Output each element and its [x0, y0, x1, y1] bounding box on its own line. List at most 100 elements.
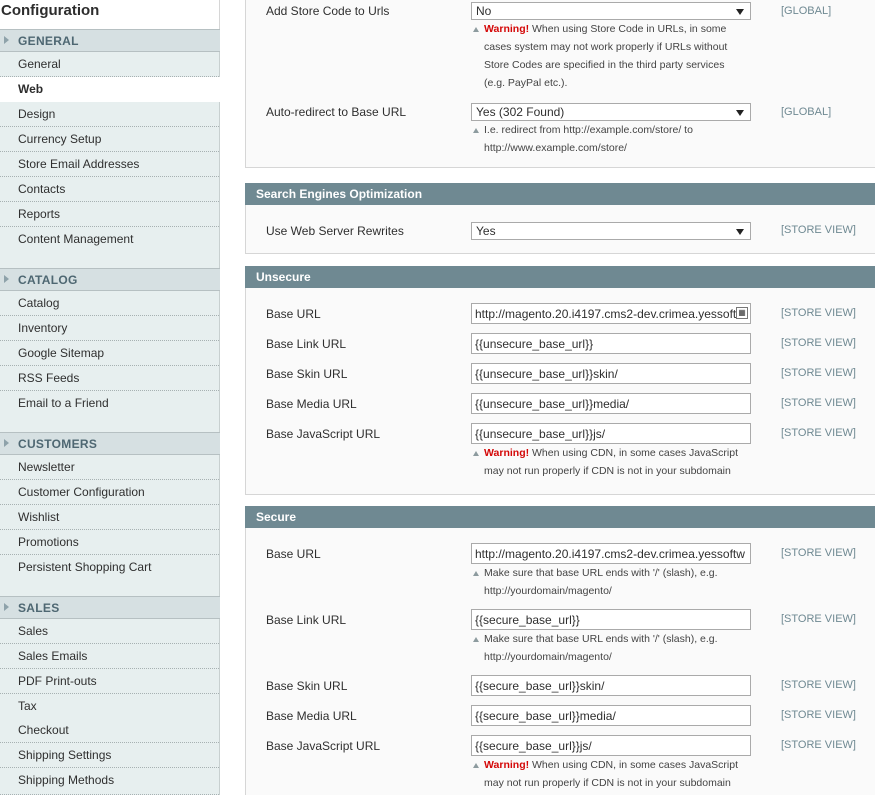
- sidebar-item-google-sitemap[interactable]: Google Sitemap: [0, 341, 220, 366]
- sidebar-item-sales-emails[interactable]: Sales Emails: [0, 644, 220, 669]
- warning-label: Warning!: [484, 447, 530, 459]
- input-value: {{secure_base_url}}media/: [475, 709, 616, 723]
- dropdown-caret-icon: [736, 110, 744, 116]
- scope-label: [STORE VIEW]: [781, 709, 856, 721]
- sidebar-item-wishlist[interactable]: Wishlist: [0, 505, 220, 530]
- sidebar-item-contacts[interactable]: Contacts: [0, 177, 220, 202]
- sidebar-item-newsletter[interactable]: Newsletter: [0, 455, 220, 480]
- sidebar-item-label: Content Management: [18, 232, 134, 246]
- sidebar-item-shipping-settings[interactable]: Shipping Settings: [0, 743, 220, 768]
- note-line: When using Store Code in URLs, in some: [529, 23, 727, 35]
- input-value: {{secure_base_url}}skin/: [475, 679, 605, 693]
- collapse-arrow-icon: [4, 275, 9, 283]
- sidebar-group-general[interactable]: GENERAL: [0, 29, 220, 52]
- secure-base-url-input[interactable]: http://magento.20.i4197.cms2-dev.crimea.…: [471, 543, 751, 564]
- sidebar-group-catalog[interactable]: CATALOG: [0, 268, 220, 291]
- note-arrow-icon: [473, 27, 479, 32]
- sidebar-item-persistent-shopping-cart[interactable]: Persistent Shopping Cart: [0, 555, 220, 596]
- note-arrow-icon: [473, 571, 479, 576]
- note-line: (e.g. PayPal etc.).: [484, 77, 568, 89]
- unsecure-base-media-url-input[interactable]: {{unsecure_base_url}}media/: [471, 393, 751, 414]
- collapse-arrow-icon: [4, 439, 9, 447]
- sidebar-item-general[interactable]: General: [0, 52, 220, 77]
- unsecure-base-url-input[interactable]: http://magento.20.i4197.cms2-dev.crimea.…: [471, 303, 751, 324]
- dropdown-caret-icon: [736, 9, 744, 15]
- sidebar-group-label: SALES: [18, 601, 60, 615]
- sidebar-group-customers[interactable]: CUSTOMERS: [0, 432, 220, 455]
- scope-label: [STORE VIEW]: [781, 739, 856, 751]
- note-arrow-icon: [473, 451, 479, 456]
- sidebar-item-label: Inventory: [18, 321, 68, 335]
- sidebar-item-label: Contacts: [18, 182, 66, 196]
- sidebar-item-label: Catalog: [18, 296, 60, 310]
- scope-label: [STORE VIEW]: [781, 307, 856, 319]
- sidebar-item-web[interactable]: Web: [0, 77, 220, 102]
- sidebar-item-store-email-addresses[interactable]: Store Email Addresses: [0, 152, 220, 177]
- sidebar-item-tax[interactable]: Tax: [0, 694, 220, 719]
- secure-base-link-url-input[interactable]: {{secure_base_url}}: [471, 609, 751, 630]
- sidebar-item-sales[interactable]: Sales: [0, 619, 220, 644]
- sidebar-item-customer-configuration[interactable]: Customer Configuration: [0, 480, 220, 505]
- sidebar-item-label: Shipping Methods: [18, 773, 115, 787]
- sidebar-item-label: Web: [18, 82, 44, 96]
- seo-section-header[interactable]: Search Engines Optimization: [245, 183, 875, 205]
- auto-redirect-select[interactable]: Yes (302 Found): [471, 103, 751, 121]
- sidebar-group-label: CUSTOMERS: [18, 437, 98, 451]
- secure-base-media-url-input[interactable]: {{secure_base_url}}media/: [471, 705, 751, 726]
- sidebar-item-label: Newsletter: [18, 460, 75, 474]
- unsecure-base-link-url-input[interactable]: {{unsecure_base_url}}: [471, 333, 751, 354]
- sidebar-item-label: Design: [18, 107, 56, 121]
- unsecure-base-skin-url-input[interactable]: {{unsecure_base_url}}skin/: [471, 363, 751, 384]
- sidebar-item-design[interactable]: Design: [0, 102, 220, 127]
- input-value: {{unsecure_base_url}}: [475, 337, 594, 351]
- sidebar-item-content-management[interactable]: Content Management: [0, 227, 220, 268]
- sidebar-item-shipping-methods[interactable]: Shipping Methods: [0, 768, 220, 795]
- web-server-rewrites-select[interactable]: Yes: [471, 222, 751, 240]
- section-title: Secure: [256, 510, 297, 524]
- sidebar-item-currency-setup[interactable]: Currency Setup: [0, 127, 220, 152]
- select-value: No: [476, 4, 492, 18]
- unsecure-base-js-url-input[interactable]: {{unsecure_base_url}}js/: [471, 423, 751, 444]
- sidebar-item-reports[interactable]: Reports: [0, 202, 220, 227]
- sidebar-item-checkout[interactable]: Checkout: [0, 718, 220, 743]
- collapse-arrow-icon: [4, 36, 9, 44]
- note-line: Make sure that base URL ends with '/' (s…: [484, 633, 718, 645]
- table-icon[interactable]: ▦: [736, 307, 748, 319]
- secure-js-note: Warning! When using CDN, in some cases J…: [484, 756, 759, 792]
- secure-base-url-note: Make sure that base URL ends with '/' (s…: [484, 564, 759, 600]
- sidebar-group-sales[interactable]: SALES: [0, 596, 220, 619]
- sidebar-item-promotions[interactable]: Promotions: [0, 530, 220, 555]
- sidebar-item-catalog[interactable]: Catalog: [0, 291, 220, 316]
- note-line: Make sure that base URL ends with '/' (s…: [484, 567, 718, 579]
- sidebar-item-label: Wishlist: [18, 510, 60, 524]
- add-store-code-select[interactable]: No: [471, 2, 751, 20]
- scope-label: [STORE VIEW]: [781, 337, 856, 349]
- scope-label: [STORE VIEW]: [781, 367, 856, 379]
- unsecure-js-note: Warning! When using CDN, in some cases J…: [484, 444, 759, 480]
- scope-label: [GLOBAL]: [781, 106, 832, 118]
- input-value: {{unsecure_base_url}}skin/: [475, 367, 618, 381]
- scope-label: [STORE VIEW]: [781, 679, 856, 691]
- select-value: Yes: [476, 224, 496, 238]
- scope-label: [STORE VIEW]: [781, 397, 856, 409]
- secure-link-url-note: Make sure that base URL ends with '/' (s…: [484, 630, 759, 666]
- sidebar-item-pdf-print-outs[interactable]: PDF Print-outs: [0, 669, 220, 694]
- sidebar-item-rss-feeds[interactable]: RSS Feeds: [0, 366, 220, 391]
- input-value: {{secure_base_url}}js/: [475, 739, 592, 753]
- secure-section-header[interactable]: Secure: [245, 506, 875, 528]
- note-line: Store Codes are specified in the third p…: [484, 59, 725, 71]
- sidebar-item-label: Currency Setup: [18, 132, 102, 146]
- note-arrow-icon: [473, 763, 479, 768]
- secure-base-link-url-label: Base Link URL: [266, 613, 347, 627]
- unsecure-section-header[interactable]: Unsecure: [245, 266, 875, 288]
- sidebar-item-inventory[interactable]: Inventory: [0, 316, 220, 341]
- secure-base-js-url-input[interactable]: {{secure_base_url}}js/: [471, 735, 751, 756]
- sidebar-item-label: Checkout: [18, 723, 69, 737]
- secure-base-skin-url-input[interactable]: {{secure_base_url}}skin/: [471, 675, 751, 696]
- unsecure-base-media-url-label: Base Media URL: [266, 397, 357, 411]
- sidebar-item-label: General: [18, 57, 61, 71]
- web-server-rewrites-label: Use Web Server Rewrites: [266, 224, 404, 238]
- sidebar-item-email-to-a-friend[interactable]: Email to a Friend: [0, 391, 220, 432]
- sidebar-item-label: Customer Configuration: [18, 485, 145, 499]
- scope-label: [STORE VIEW]: [781, 224, 856, 236]
